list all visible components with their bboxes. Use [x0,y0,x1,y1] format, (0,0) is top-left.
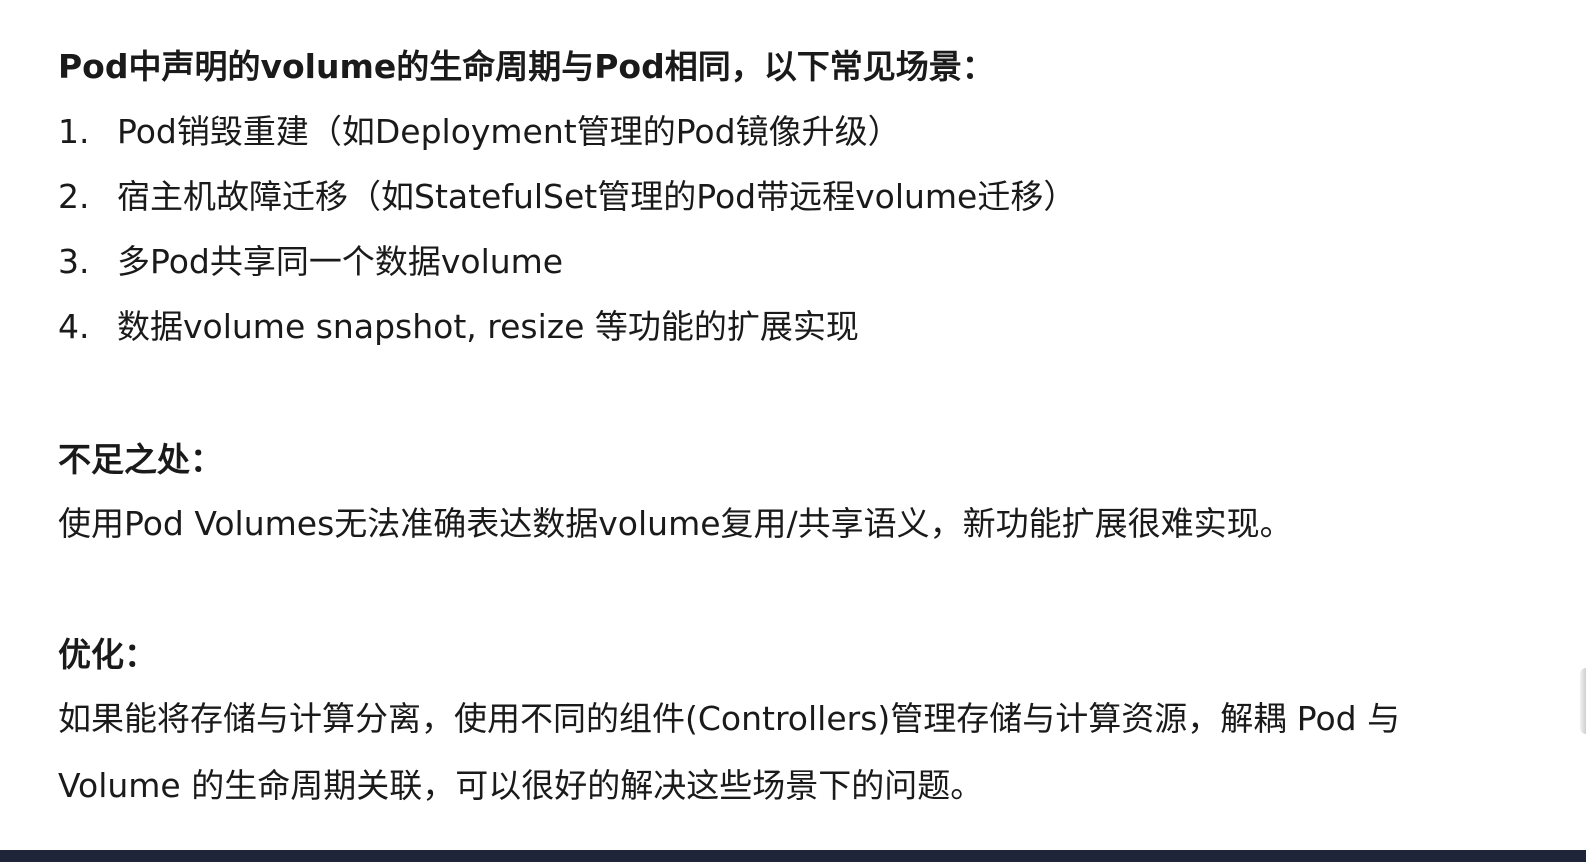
scenario-number: 4. [58,307,90,346]
scenario-item-3: 3. 多Pod共享同一个数据volume [58,240,563,284]
scenario-item-1: 1. Pod销毁重建（如Deployment管理的Pod镜像升级） [58,110,901,154]
scenario-text: 宿主机故障迁移（如StatefulSet管理的Pod带远程volume迁移） [117,177,1077,216]
shortcomings-heading: 不足之处： [58,440,223,479]
optimization-heading: 优化： [58,635,157,674]
optimization-body-line-1: 如果能将存储与计算分离，使用不同的组件(Controllers)管理存储与计算资… [58,699,1401,738]
edge-shadow [1580,668,1586,734]
scenario-text: 数据volume snapshot, resize 等功能的扩展实现 [117,307,859,346]
bottom-bar [0,850,1586,862]
scenario-number: 3. [58,242,90,281]
intro-heading: Pod中声明的volume的生命周期与Pod相同，以下常见场景： [58,47,995,86]
shortcomings-body: 使用Pod Volumes无法准确表达数据volume复用/共享语义，新功能扩展… [58,504,1293,543]
scenario-item-4: 4. 数据volume snapshot, resize 等功能的扩展实现 [58,305,859,349]
scenario-item-2: 2. 宿主机故障迁移（如StatefulSet管理的Pod带远程volume迁移） [58,175,1076,219]
scenario-number: 1. [58,112,90,151]
scenario-text: 多Pod共享同一个数据volume [117,242,564,281]
scenario-number: 2. [58,177,90,216]
optimization-body-line-2: Volume 的生命周期关联，可以很好的解决这些场景下的问题。 [58,766,984,805]
scenario-text: Pod销毁重建（如Deployment管理的Pod镜像升级） [117,112,901,151]
